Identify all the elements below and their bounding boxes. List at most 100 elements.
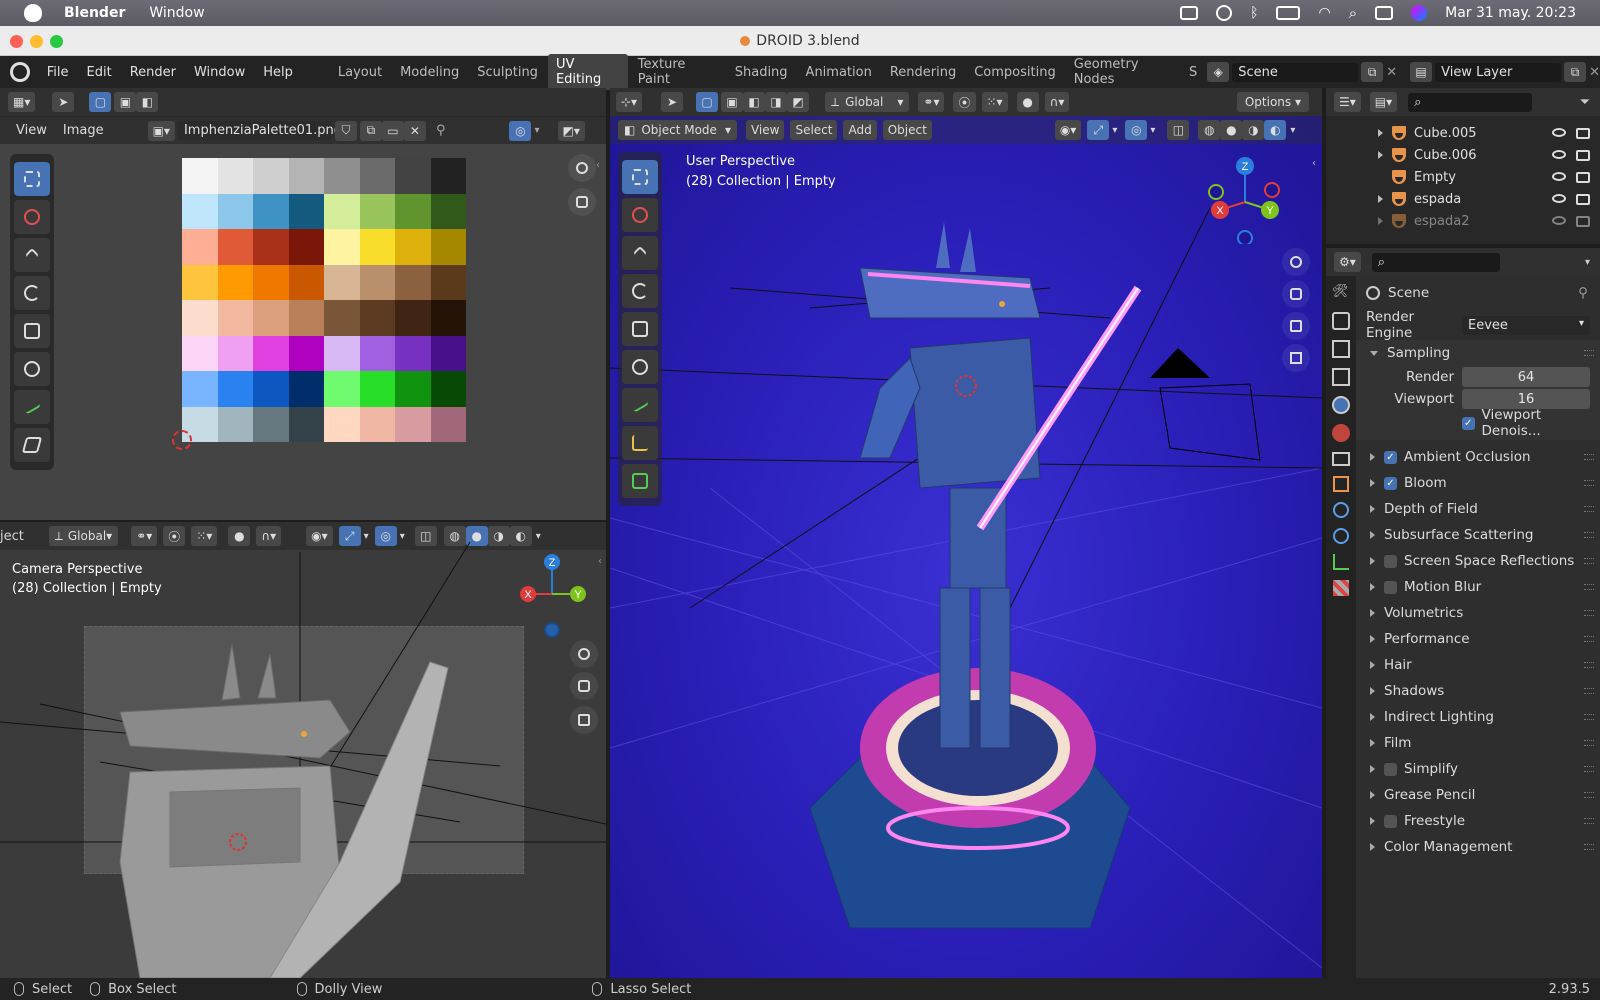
camera-view-icon[interactable] <box>570 706 598 734</box>
tab-animation[interactable]: Animation <box>798 62 880 83</box>
camera-sidebar-toggle[interactable]: ‹ <box>598 556 602 567</box>
mac-menu-window[interactable]: Window <box>149 5 204 21</box>
tab-geometry-nodes[interactable]: Geometry Nodes <box>1066 54 1185 90</box>
select-mode-subtract-icon[interactable]: ◧ <box>136 92 159 112</box>
section-checkbox[interactable] <box>1384 554 1397 568</box>
camera-pan-icon[interactable] <box>570 672 598 700</box>
outliner-editor-type-icon[interactable]: ☰▾ <box>1334 92 1361 112</box>
fake-user-icon[interactable]: ⛉ <box>334 120 357 141</box>
properties-section[interactable]: Motion Blur <box>1356 574 1600 600</box>
menu-help[interactable]: Help <box>254 65 302 80</box>
outliner-filter-icon[interactable]: ⏷ <box>1580 95 1590 110</box>
sampling-render-field[interactable]: 64 <box>1462 367 1590 387</box>
section-grip[interactable] <box>1584 818 1594 824</box>
section-grip[interactable] <box>1584 714 1594 720</box>
section-grip[interactable] <box>1584 454 1594 460</box>
tab-uv-editing[interactable]: UV Editing <box>547 54 628 90</box>
tab-world-icon[interactable] <box>1332 424 1350 442</box>
tab-render-icon[interactable] <box>1332 312 1350 330</box>
section-grip[interactable] <box>1584 766 1594 772</box>
expand-icon[interactable] <box>1378 151 1383 159</box>
view-layer-field[interactable]: View Layer <box>1435 62 1562 82</box>
properties-section[interactable]: Film <box>1356 730 1600 756</box>
editor-type-icon[interactable]: ▦▾ <box>8 92 36 112</box>
search-icon[interactable]: ⌕ <box>1349 4 1357 22</box>
camera-render-icon[interactable] <box>1576 193 1590 205</box>
render-engine-select[interactable]: Eevee ▾ <box>1462 315 1590 335</box>
new-view-layer-icon[interactable]: ⧉ <box>1564 62 1587 82</box>
main-tool-annotate[interactable] <box>622 388 658 422</box>
tab-texture-icon[interactable] <box>1333 580 1349 596</box>
tab-output-icon[interactable] <box>1332 340 1350 358</box>
main-tool-move[interactable] <box>622 236 658 270</box>
main-tool-measure[interactable] <box>622 426 658 460</box>
section-grip[interactable] <box>1584 740 1594 746</box>
viewport-denoise-checkbox[interactable]: ✓ <box>1462 416 1475 430</box>
zoom-window-button[interactable] <box>50 35 63 48</box>
sampling-grip[interactable] <box>1584 350 1594 356</box>
eye-icon[interactable] <box>1552 215 1566 225</box>
pin-icon[interactable]: ⚲ <box>436 123 446 138</box>
battery-icon[interactable] <box>1276 6 1301 20</box>
image-name-field[interactable]: ImphenziaPalette01.png <box>177 121 342 140</box>
eye-icon[interactable] <box>1552 193 1566 203</box>
properties-section[interactable]: Color Management <box>1356 834 1600 860</box>
eye-icon[interactable] <box>1552 149 1566 159</box>
scene-selector-icon[interactable]: ◈ <box>1207 62 1230 82</box>
outliner-item[interactable]: espada <box>1326 188 1600 210</box>
uv-zoom-icon[interactable] <box>568 154 596 182</box>
section-checkbox[interactable]: ✓ <box>1384 450 1397 464</box>
section-grip[interactable] <box>1584 688 1594 694</box>
section-grip[interactable] <box>1584 792 1594 798</box>
camera-render-icon[interactable] <box>1576 127 1590 139</box>
outliner-item[interactable]: espada2 <box>1326 210 1600 232</box>
menu-render[interactable]: Render <box>121 65 185 80</box>
uv-menu-view[interactable]: View <box>8 123 55 138</box>
properties-section[interactable]: ✓ Bloom <box>1356 470 1600 496</box>
eye-icon[interactable] <box>1552 127 1566 137</box>
tab-shading[interactable]: Shading <box>727 62 796 83</box>
unlink-image-icon[interactable]: ✕ <box>403 120 426 141</box>
outliner-display-mode-icon[interactable]: ▤▾ <box>1369 92 1398 112</box>
properties-section[interactable]: Volumetrics <box>1356 600 1600 626</box>
section-grip[interactable] <box>1584 480 1594 486</box>
blender-logo-icon[interactable] <box>10 62 30 82</box>
tool-transform[interactable] <box>14 352 50 386</box>
camera-render-icon[interactable] <box>1576 215 1590 227</box>
tool-move[interactable] <box>14 238 50 272</box>
new-image-icon[interactable]: ⧉ <box>359 120 382 141</box>
select-tool-icon[interactable]: ➤ <box>52 92 75 112</box>
overlays-icon[interactable]: ◎ <box>509 120 532 141</box>
properties-section[interactable]: Performance <box>1356 626 1600 652</box>
section-grip[interactable] <box>1584 506 1594 512</box>
section-checkbox[interactable] <box>1384 580 1397 594</box>
expand-icon[interactable] <box>1378 217 1383 225</box>
main-pan-icon[interactable] <box>1282 280 1310 308</box>
2d-cursor-icon[interactable] <box>172 430 192 450</box>
tab-compositing[interactable]: Compositing <box>966 62 1064 83</box>
tool-rotate[interactable] <box>14 276 50 310</box>
sampling-viewport-field[interactable]: 16 <box>1462 389 1590 409</box>
minimize-window-button[interactable] <box>30 35 43 48</box>
section-grip[interactable] <box>1584 532 1594 538</box>
tab-view-layer-icon[interactable] <box>1332 368 1350 386</box>
main-zoom-icon[interactable] <box>1282 248 1310 276</box>
menu-edit[interactable]: Edit <box>78 65 121 80</box>
eye-icon[interactable] <box>1552 171 1566 181</box>
properties-section[interactable]: Hair <box>1356 652 1600 678</box>
main-tool-rotate[interactable] <box>622 274 658 308</box>
overlays-dropdown-icon[interactable]: ▾ <box>534 125 539 136</box>
uv-menu-image[interactable]: Image <box>55 123 112 138</box>
wifi-icon[interactable]: ◠ <box>1318 5 1330 21</box>
tab-modeling[interactable]: Modeling <box>392 62 467 83</box>
main-ortho-toggle-icon[interactable] <box>1282 344 1310 372</box>
uv-sidebar-toggle[interactable]: ‹ <box>596 160 600 171</box>
tool-grab[interactable] <box>14 428 50 462</box>
outliner-item[interactable]: Empty <box>1326 166 1600 188</box>
main-sidebar-toggle[interactable]: ‹ <box>1312 158 1316 169</box>
tab-texture-paint[interactable]: Texture Paint <box>630 54 725 90</box>
tool-cursor[interactable] <box>14 200 50 234</box>
section-grip[interactable] <box>1584 844 1594 850</box>
sampling-header[interactable]: Sampling <box>1356 340 1600 366</box>
main-camera-view-icon[interactable] <box>1282 312 1310 340</box>
